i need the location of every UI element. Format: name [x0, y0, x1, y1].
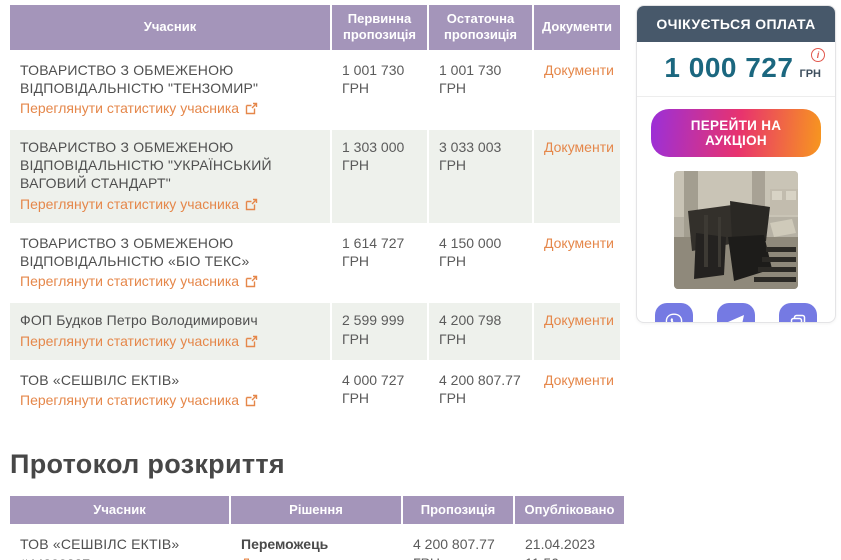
payment-amount: 1 000 727 [664, 52, 794, 83]
participant-stats-link[interactable]: Переглянути статистику учасника [20, 332, 258, 350]
protocol-col-header-proposal: Пропозиція [403, 496, 513, 525]
table-row-participant: ТОВ «СЕШВІЛС ЕКТІВ» Переглянути статисти… [10, 363, 330, 419]
lot-photo[interactable] [674, 171, 798, 289]
decision-cell: Переможець Документи [231, 527, 401, 560]
proposal-cell: 4 200 807.77 ГРН [413, 536, 495, 560]
bids-table: Учасник Первинна пропозиція Остаточна пр… [10, 5, 622, 420]
participant-stats-link[interactable]: Переглянути статистику учасника [20, 272, 258, 290]
external-link-icon [245, 394, 258, 407]
protocol-col-header-published: Опубліковано [515, 496, 624, 525]
documents-cell: Документи [534, 363, 620, 419]
participant-stats-link[interactable]: Переглянути статистику учасника [20, 391, 258, 409]
telegram-icon[interactable] [717, 303, 755, 322]
decision-label: Переможець [241, 536, 329, 553]
documents-link[interactable]: Документи [544, 61, 614, 79]
final-bid-cell: 3 033 003 ГРН [429, 130, 532, 223]
share-buttons [637, 299, 835, 322]
info-icon[interactable]: i [811, 48, 825, 62]
page-title: Протокол розкриття [10, 449, 285, 480]
table-row-participant: ТОВ «СЕШВІЛС ЕКТІВ» #44800287 [10, 527, 229, 560]
table-row-participant: ТОВАРИСТВО З ОБМЕЖЕНОЮ ВІДПОВІДАЛЬНІСТЮ … [10, 53, 330, 128]
page: Учасник Первинна пропозиція Остаточна пр… [0, 0, 841, 560]
table-row-participant: ФОП Будков Петро Володимирович Перегляну… [10, 303, 330, 360]
initial-bid-cell: 1 614 727 ГРН [342, 234, 405, 269]
viber-icon[interactable] [655, 303, 693, 322]
payment-status-badge: ОЧІКУЄТЬСЯ ОПЛАТА [637, 6, 835, 42]
participant-stats-link[interactable]: Переглянути статистику учасника [20, 99, 258, 117]
participant-stats-link[interactable]: Переглянути статистику учасника [20, 195, 258, 213]
external-link-icon [245, 198, 258, 210]
table-row-participant: ТОВАРИСТВО З ОБМЕЖЕНОЮ ВІДПОВІДАЛЬНІСТЮ … [10, 130, 330, 223]
initial-bid-cell: 1 303 000 ГРН [332, 130, 427, 223]
initial-bid-cell: 4 000 727 ГРН [342, 371, 405, 406]
table-row-participant: ТОВАРИСТВО З ОБМЕЖЕНОЮ ВІДПОВІДАЛЬНІСТЮ … [10, 226, 330, 301]
participant-id: #44800287 [20, 555, 221, 560]
protocol-col-header-decision: Рішення [231, 496, 401, 525]
participant-name: ТОВАРИСТВО З ОБМЕЖЕНОЮ ВІДПОВІДАЛЬНІСТЮ … [20, 139, 272, 192]
participant-name: ФОП Будков Петро Володимирович [20, 312, 258, 329]
documents-cell: Документи [534, 303, 620, 360]
main-content: Учасник Первинна пропозиція Остаточна пр… [10, 5, 624, 560]
documents-cell: Документи [534, 130, 620, 223]
external-link-icon [245, 335, 258, 347]
bids-col-header-initial: Первинна пропозиція [332, 5, 427, 50]
bids-col-header-final: Остаточна пропозиція [429, 5, 532, 50]
external-link-icon [245, 102, 258, 115]
initial-bid-cell: 2 599 999 ГРН [332, 303, 427, 360]
payment-currency: ГРН [799, 68, 821, 80]
go-to-auction-button[interactable]: ПЕРЕЙТИ НА АУКЦІОН [651, 109, 821, 157]
documents-cell: Документи [534, 226, 620, 301]
protocol-col-header-participant: Учасник [10, 496, 229, 525]
payment-amount-block: i 1 000 727 ГРН [637, 42, 835, 97]
published-cell: 21.04.2023 11:50 [515, 527, 624, 560]
bids-col-header-participant: Учасник [10, 5, 330, 50]
payment-panel: ОЧІКУЄТЬСЯ ОПЛАТА i 1 000 727 ГРН ПЕРЕЙТИ… [636, 5, 836, 323]
published-date: 21.04.2023 [525, 536, 596, 553]
participant-name: ТОВАРИСТВО З ОБМЕЖЕНОЮ ВІДПОВІДАЛЬНІСТЮ … [20, 234, 250, 269]
participant-name: ТОВАРИСТВО З ОБМЕЖЕНОЮ ВІДПОВІДАЛЬНІСТЮ … [20, 61, 259, 96]
final-bid-cell: 4 200 798 ГРН [429, 303, 532, 360]
documents-link[interactable]: Документи [544, 311, 614, 329]
participant-name: ТОВ «СЕШВІЛС ЕКТІВ» [20, 536, 180, 553]
bids-col-header-documents: Документи [534, 5, 620, 50]
initial-bid-cell: 1 001 730 ГРН [342, 61, 405, 96]
documents-link[interactable]: Документи [544, 371, 614, 389]
documents-link[interactable]: Документи [241, 554, 311, 560]
final-bid-cell: 4 150 000 ГРН [439, 234, 502, 269]
published-time: 11:50 [525, 554, 616, 560]
external-link-icon [245, 275, 258, 288]
documents-link[interactable]: Документи [544, 138, 614, 156]
copy-icon[interactable] [779, 303, 817, 322]
participant-name: ТОВ «СЕШВІЛС ЕКТІВ» [20, 371, 180, 388]
final-bid-cell: 4 200 807.77 ГРН [439, 371, 521, 406]
final-bid-cell: 1 001 730 ГРН [439, 61, 502, 96]
documents-cell: Документи [534, 53, 620, 128]
documents-link[interactable]: Документи [544, 234, 614, 252]
protocol-table: Учасник Рішення Пропозиція Опубліковано … [10, 496, 624, 560]
